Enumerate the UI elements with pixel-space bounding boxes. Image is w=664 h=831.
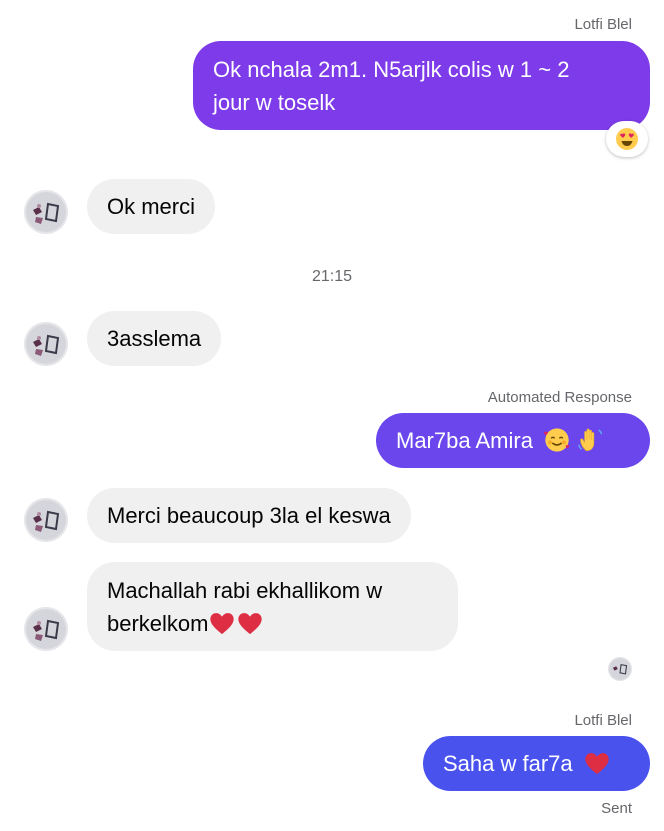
smiling-face-with-hearts-emoji-icon: [543, 428, 570, 452]
timestamp: 21:15: [311, 268, 353, 285]
incoming-message[interactable]: Ok merci: [87, 179, 215, 234]
contact-avatar[interactable]: [24, 322, 68, 366]
message-line: berkelkom: [107, 611, 209, 636]
sender-name: Lotfi Blel: [574, 712, 632, 729]
contact-avatar[interactable]: [24, 498, 68, 542]
message-reaction[interactable]: [606, 121, 648, 157]
contact-avatar[interactable]: [24, 190, 68, 234]
red-heart-emoji-icon: [210, 613, 235, 635]
incoming-message[interactable]: Machallah rabi ekhallikom w berkelkom: [87, 562, 458, 651]
incoming-message[interactable]: Merci beaucoup 3la el keswa: [87, 488, 411, 543]
heart-eyes-emoji-icon: [616, 128, 638, 150]
message-text: Mar7ba Amira: [396, 428, 533, 453]
red-heart-emoji-icon: [238, 613, 263, 635]
message-status: Sent: [601, 800, 632, 817]
message-text: Ok merci: [107, 194, 195, 219]
incoming-message[interactable]: 3asslema: [87, 311, 222, 366]
outgoing-message[interactable]: Ok nchala 2m1. N5arjlk colis w 1 ~ 2 jou…: [193, 41, 650, 130]
red-heart-emoji-icon: [585, 753, 609, 775]
message-line: Machallah rabi ekhallikom w: [107, 578, 383, 603]
message-line: jour w toselk: [213, 90, 336, 115]
avatar-image: [608, 657, 632, 681]
seen-avatar: [608, 657, 632, 681]
message-text: 3asslema: [107, 326, 202, 351]
avatar-image: [24, 498, 68, 542]
message-text: Merci beaucoup 3la el keswa: [107, 503, 391, 528]
outgoing-message[interactable]: Mar7ba Amira: [376, 413, 650, 468]
message-line: Ok nchala 2m1. N5arjlk colis w 1 ~ 2: [213, 57, 570, 82]
automated-response-label: Automated Response: [487, 389, 632, 406]
avatar-image: [24, 322, 68, 366]
sender-name: Lotfi Blel: [574, 16, 632, 33]
avatar-image: [24, 607, 68, 651]
avatar-image: [24, 190, 68, 234]
waving-hand-emoji-icon: [578, 428, 603, 452]
contact-avatar[interactable]: [24, 607, 68, 651]
outgoing-message[interactable]: Saha w far7a: [423, 736, 650, 791]
message-text: Saha w far7a: [443, 751, 573, 776]
